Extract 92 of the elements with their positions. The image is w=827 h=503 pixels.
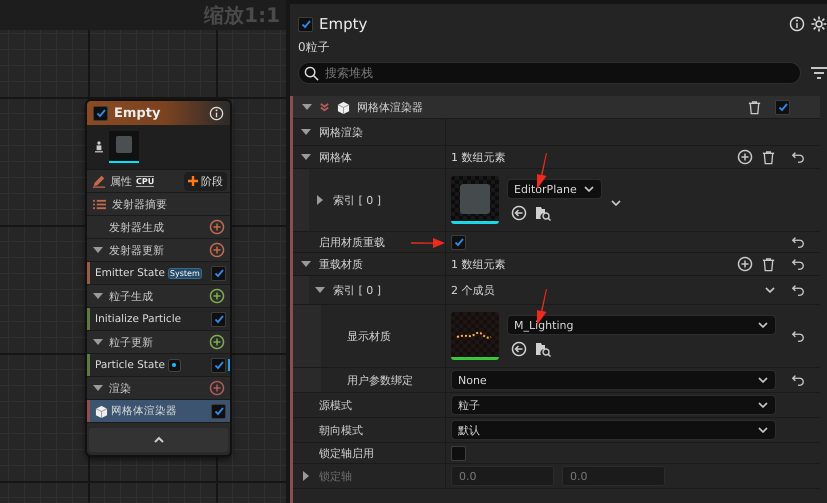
emitter-title: Empty (319, 15, 368, 33)
list-icon (93, 198, 106, 210)
asset-dropdown[interactable]: M_Lighting (507, 315, 776, 335)
filter-icon[interactable] (811, 66, 827, 80)
stage-label[interactable]: 发射器更新 (109, 242, 164, 258)
browse-icon[interactable] (535, 341, 551, 357)
emitter-thumbnail (109, 131, 139, 163)
property-label: 网格渲染 (319, 124, 363, 140)
pencil-icon[interactable] (92, 174, 106, 188)
array-count: 1 数组元素 (451, 256, 506, 272)
node-title: Empty (114, 106, 160, 120)
expander-icon[interactable] (302, 102, 312, 112)
renderer-title: 网格体渲染器 (357, 100, 423, 114)
use-selected-icon[interactable] (511, 341, 527, 357)
expander-icon[interactable] (315, 285, 325, 295)
stage-label[interactable]: 渲染 (109, 380, 131, 396)
property-label: 索引 [ 0 ] (333, 282, 382, 298)
checkbox[interactable] (775, 100, 790, 114)
cube-icon (337, 100, 350, 114)
delete-icon[interactable] (761, 256, 776, 272)
plus-icon (188, 176, 198, 186)
property-label: 锁定轴启用 (319, 446, 374, 460)
caret-icon (152, 436, 164, 444)
member-count: 2 个成员 (451, 282, 494, 298)
property-label: 源模式 (319, 398, 352, 412)
reset-icon[interactable] (791, 150, 805, 164)
settings-icon[interactable] (811, 16, 827, 32)
expander-icon[interactable] (315, 195, 325, 205)
browse-icon[interactable] (535, 205, 551, 221)
add-icon[interactable] (209, 334, 225, 350)
stage-label[interactable]: 粒子生成 (109, 288, 153, 304)
search-field[interactable]: 搜索堆栈 (298, 62, 801, 84)
reset-icon[interactable] (791, 235, 805, 249)
sim-target-label: CPU (136, 176, 154, 186)
property-label: 显示材质 (347, 328, 391, 344)
stage-label[interactable]: 发射器生成 (109, 220, 164, 234)
reset-icon[interactable] (791, 373, 805, 387)
expander-icon[interactable] (93, 291, 103, 301)
use-selected-icon[interactable] (511, 205, 527, 221)
properties-label[interactable]: 属性 (110, 174, 132, 188)
delete-icon[interactable] (747, 100, 762, 114)
property-label: 朝向模式 (319, 422, 363, 438)
checkbox[interactable] (451, 234, 466, 250)
checkbox[interactable] (211, 266, 226, 280)
info-icon[interactable] (209, 106, 224, 120)
expander-icon[interactable] (93, 245, 103, 255)
property-label: 启用材质重载 (319, 234, 385, 250)
add-icon[interactable] (209, 288, 225, 304)
dropdown[interactable]: 粒子 (451, 395, 776, 415)
module-row[interactable]: Particle State (87, 354, 230, 377)
reset-icon[interactable] (791, 257, 805, 271)
add-icon[interactable] (737, 149, 753, 165)
reset-icon[interactable] (791, 329, 805, 343)
renderer-row[interactable]: 网格体渲染器 (87, 400, 230, 423)
checkbox[interactable] (93, 106, 108, 120)
chevrons-icon (319, 102, 330, 112)
property-label: 用户参数绑定 (347, 372, 413, 388)
stage-label[interactable]: 粒子更新 (109, 334, 153, 350)
dropdown[interactable]: 默认 (451, 420, 776, 440)
module-row[interactable]: Initialize Particle (87, 308, 230, 331)
system-badge: System (168, 268, 202, 278)
expander-icon[interactable] (301, 259, 311, 269)
expander-icon[interactable] (93, 383, 103, 393)
checkbox[interactable] (211, 312, 226, 326)
person-icon (95, 140, 103, 154)
property-label: 重载材质 (319, 256, 363, 272)
delete-icon[interactable] (761, 150, 776, 164)
checkbox[interactable] (211, 404, 226, 418)
reset-icon[interactable] (791, 283, 805, 297)
property-label: 索引 [ 0 ] (333, 192, 382, 208)
checkbox[interactable] (451, 446, 466, 460)
cube-icon (95, 404, 108, 418)
property-label: 网格体 (319, 150, 352, 164)
checkbox[interactable] (298, 16, 313, 32)
particle-count: 0粒子 (298, 39, 331, 56)
emitter-node[interactable]: Empty 属性 CPU 阶段 发射器摘要 发射器生成 发射器更新 Emitter State System 粒子生成 Initialize Particle 粒子更新 Particle State 渲染 网格体渲染器 (85, 99, 232, 457)
property-label: 锁定轴 (319, 468, 352, 484)
array-count: 1 数组元素 (451, 150, 506, 164)
asset-dropdown[interactable]: EditorPlane (507, 179, 602, 199)
expander-icon[interactable] (301, 152, 311, 162)
checkbox[interactable] (211, 358, 226, 372)
search-icon (304, 66, 319, 81)
module-row[interactable]: Emitter State System (87, 262, 230, 285)
expander-icon[interactable] (301, 127, 311, 137)
dropdown[interactable]: None (451, 370, 776, 390)
add-icon[interactable] (737, 256, 753, 272)
sparks-thumbnail (451, 312, 499, 360)
info-icon[interactable] (789, 16, 805, 32)
plane-thumbnail (451, 176, 499, 224)
summary-label[interactable]: 发射器摘要 (112, 196, 167, 212)
expander-icon[interactable] (93, 337, 103, 347)
add-stage-button[interactable]: 阶段 (184, 172, 227, 190)
